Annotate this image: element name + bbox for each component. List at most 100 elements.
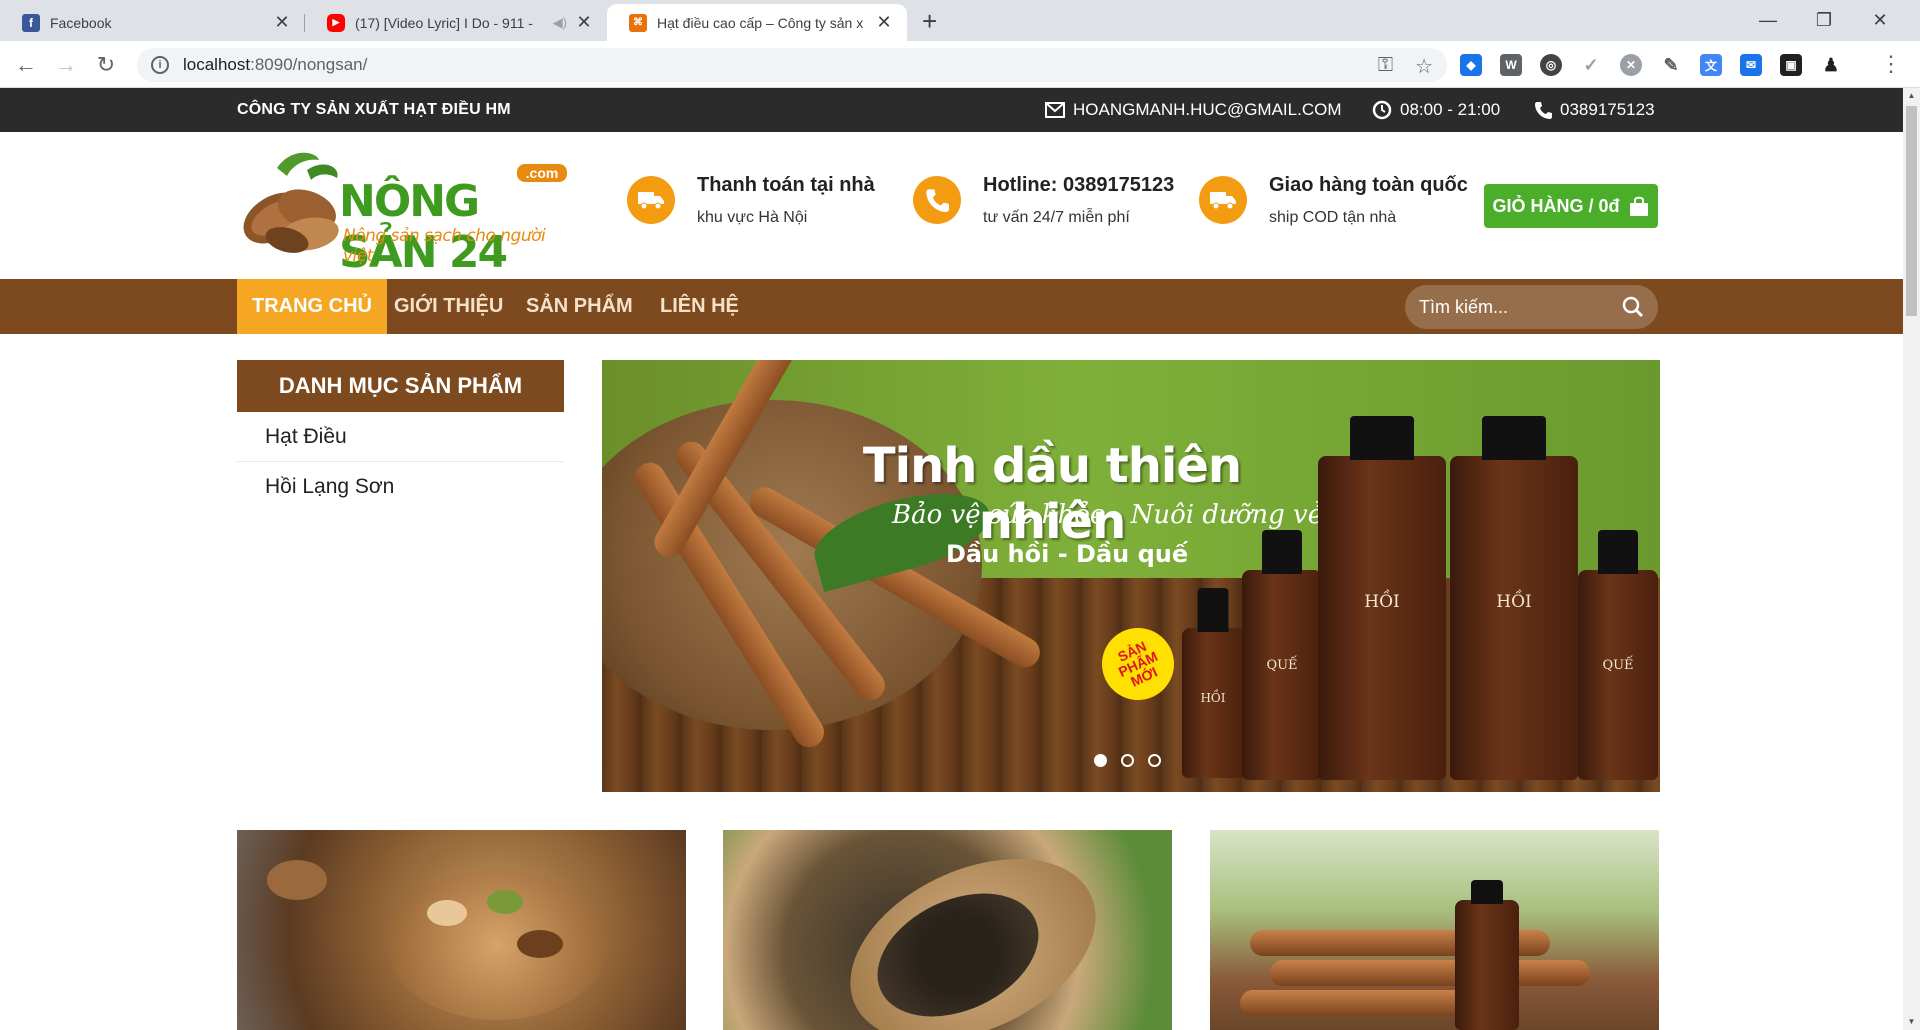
shield-extension-icon[interactable]: ◆ (1460, 54, 1482, 76)
x-extension-icon[interactable]: ✕ (1620, 54, 1642, 76)
box-extension-icon[interactable]: ▣ (1780, 54, 1802, 76)
feature-title: Thanh toán tại nhà (697, 174, 875, 196)
close-icon[interactable]: ✕ (273, 12, 291, 33)
phone-icon (1535, 102, 1552, 119)
restore-button[interactable]: ❐ (1796, 0, 1852, 41)
close-window-button[interactable]: ✕ (1852, 0, 1908, 41)
back-button[interactable]: ← (10, 49, 42, 81)
browser-menu-icon[interactable]: ⋮ (1880, 53, 1902, 75)
url-host: localhost (183, 55, 251, 74)
mail-extension-icon[interactable]: ✉ (1740, 54, 1762, 76)
browser-toolbar: ← → ↻ i localhost:8090/nongsan/ ⚿ ☆ ◆ W … (0, 41, 1920, 88)
feature-subtitle: khu vực Hà Nội (697, 209, 808, 226)
bottle-label: QUẾ (1602, 658, 1634, 674)
eyedropper-extension-icon[interactable]: ✎ (1660, 54, 1682, 76)
bookmark-star-icon[interactable]: ☆ (1415, 54, 1433, 79)
url-path: :8090/nongsan/ (250, 55, 368, 74)
category-sidebar: DANH MỤC SẢN PHẨM Hạt Điều Hồi Lạng Sơn (237, 360, 564, 512)
reload-button[interactable]: ↻ (90, 49, 122, 81)
browser-tab-facebook[interactable]: f Facebook ✕ (0, 4, 305, 41)
delivery-truck-icon (627, 176, 675, 224)
nav-home[interactable]: TRANG CHỦ (237, 279, 387, 334)
category-cards (237, 830, 1660, 1030)
nav-about[interactable]: GIỚI THIỆU (379, 279, 518, 334)
minimize-button[interactable]: — (1740, 0, 1796, 41)
company-name: CÔNG TY SẢN XUẤT HẠT ĐIỀU HM (237, 101, 511, 118)
banner-subtitle2: Dầu hồi - Dầu quế (946, 540, 1189, 568)
feature-subtitle: ship COD tận nhà (1269, 209, 1397, 226)
w-extension-icon[interactable]: W (1500, 54, 1522, 76)
audio-icon[interactable]: ◀) (553, 15, 567, 31)
site-icon: ⌘ (629, 13, 647, 32)
slider-dot[interactable] (1148, 754, 1161, 767)
slider-dot[interactable] (1121, 754, 1134, 767)
translate-extension-icon[interactable]: 文 (1700, 54, 1722, 76)
site-logo[interactable]: .com NÔNG SẢN 24 Nông sản sạch cho người… (237, 148, 567, 278)
bottle-label: HỒI (1200, 691, 1226, 705)
feature-subtitle: tư vấn 24/7 miễn phí (983, 209, 1130, 226)
search-box (1405, 285, 1658, 329)
card-black-pepper-image[interactable] (723, 830, 1172, 1030)
phone-contact[interactable]: 0389175123 (1534, 100, 1655, 120)
sidebar-item-hoi-lang-son[interactable]: Hồi Lạng Sơn (237, 462, 564, 512)
scroll-up-icon[interactable]: ▲ (1903, 88, 1920, 104)
bottle-label: QUẾ (1266, 658, 1298, 674)
nav-contact[interactable]: LIÊN HỆ (645, 279, 754, 334)
tab-title: (17) [Video Lyric] I Do - 911 - (355, 14, 533, 31)
shopping-bag-icon (1629, 196, 1648, 216)
scrollbar-thumb[interactable] (1906, 106, 1917, 316)
hours-info: 08:00 - 21:00 (1372, 100, 1500, 120)
almond-logo-icon (243, 152, 339, 253)
browser-tab-youtube[interactable]: ▶ (17) [Video Lyric] I Do - 911 - ◀) ✕ (305, 4, 607, 41)
feature-title: Hotline: 0389175123 (983, 174, 1175, 196)
forward-button[interactable]: → (50, 49, 82, 81)
tab-title: Hạt điều cao cấp – Công ty sản x (657, 14, 864, 31)
close-icon[interactable]: ✕ (875, 12, 893, 33)
youtube-icon: ▶ (327, 13, 345, 32)
feature-payment: Thanh toán tại nhà khu vực Hà Nội (627, 174, 875, 227)
info-icon[interactable]: i (151, 56, 169, 74)
extensions: ◆ W ◎ ✓ ✕ ✎ 文 ✉ ▣ ♟ (1460, 54, 1842, 76)
cart-label: GIỎ HÀNG / 0đ (1492, 195, 1620, 216)
oil-bottle: QUẾ (1578, 530, 1658, 780)
email-contact[interactable]: HOANGMANH.HUC@GMAIL.COM (1045, 100, 1342, 120)
address-bar[interactable]: i localhost:8090/nongsan/ ⚿ ☆ (137, 48, 1447, 82)
sidebar-item-hat-dieu[interactable]: Hạt Điều (237, 412, 564, 462)
top-info-bar: CÔNG TY SẢN XUẤT HẠT ĐIỀU HM HOANGMANH.H… (0, 88, 1903, 132)
cart-button[interactable]: GIỎ HÀNG / 0đ (1484, 184, 1658, 228)
oil-bottle: HỒI (1182, 588, 1244, 778)
hours-text: 08:00 - 21:00 (1400, 100, 1501, 119)
profile-extension-icon[interactable]: ♟ (1820, 54, 1842, 76)
new-tab-button[interactable]: + (922, 8, 937, 34)
chrome-extension-icon[interactable]: ◎ (1540, 54, 1562, 76)
feature-title: Giao hàng toàn quốc (1269, 174, 1468, 196)
banner-subtitle: Bảo vệ sức khỏe - Nuôi dưỡng vẻ đẹp (892, 500, 1381, 530)
page-scrollbar[interactable]: ▲ ▼ (1903, 88, 1920, 1030)
slider-dot[interactable] (1094, 754, 1107, 767)
delivery-truck-icon (1199, 176, 1247, 224)
envelope-icon (1045, 102, 1065, 118)
check-extension-icon[interactable]: ✓ (1580, 54, 1602, 76)
banner-title: Tinh dầu thiên nhiên (862, 438, 1242, 550)
hero-banner[interactable]: Tinh dầu thiên nhiên Bảo vệ sức khỏe - N… (602, 360, 1660, 792)
slider-dots (1094, 754, 1161, 767)
card-mixed-nuts-image[interactable] (237, 830, 686, 1030)
feature-shipping: Giao hàng toàn quốc ship COD tận nhà (1199, 174, 1468, 227)
main-navigation: TRANG CHỦ GIỚI THIỆU SẢN PHẨM LIÊN HỆ (0, 279, 1903, 334)
close-icon[interactable]: ✕ (575, 12, 593, 33)
card-essential-oil-image[interactable] (1210, 830, 1659, 1030)
nav-products[interactable]: SẢN PHẨM (511, 279, 648, 334)
search-input[interactable] (1419, 296, 1619, 318)
bottle-label: HỒI (1364, 592, 1400, 613)
site-header: .com NÔNG SẢN 24 Nông sản sạch cho người… (0, 132, 1903, 279)
page-viewport: CÔNG TY SẢN XUẤT HẠT ĐIỀU HM HOANGMANH.H… (0, 88, 1920, 1030)
browser-tab-active[interactable]: ⌘ Hạt điều cao cấp – Công ty sản x ✕ (607, 4, 907, 41)
oil-bottle: HỒI (1450, 416, 1578, 780)
search-icon[interactable] (1622, 296, 1644, 318)
oil-bottle: QUẾ (1242, 530, 1322, 780)
scroll-down-icon[interactable]: ▼ (1903, 1014, 1920, 1030)
key-icon[interactable]: ⚿ (1378, 54, 1393, 79)
phone-text: 0389175123 (1560, 100, 1655, 119)
feature-hotline: Hotline: 0389175123 tư vấn 24/7 miễn phí (913, 174, 1174, 227)
browser-tabbar: f Facebook ✕ ▶ (17) [Video Lyric] I Do -… (0, 0, 1920, 41)
